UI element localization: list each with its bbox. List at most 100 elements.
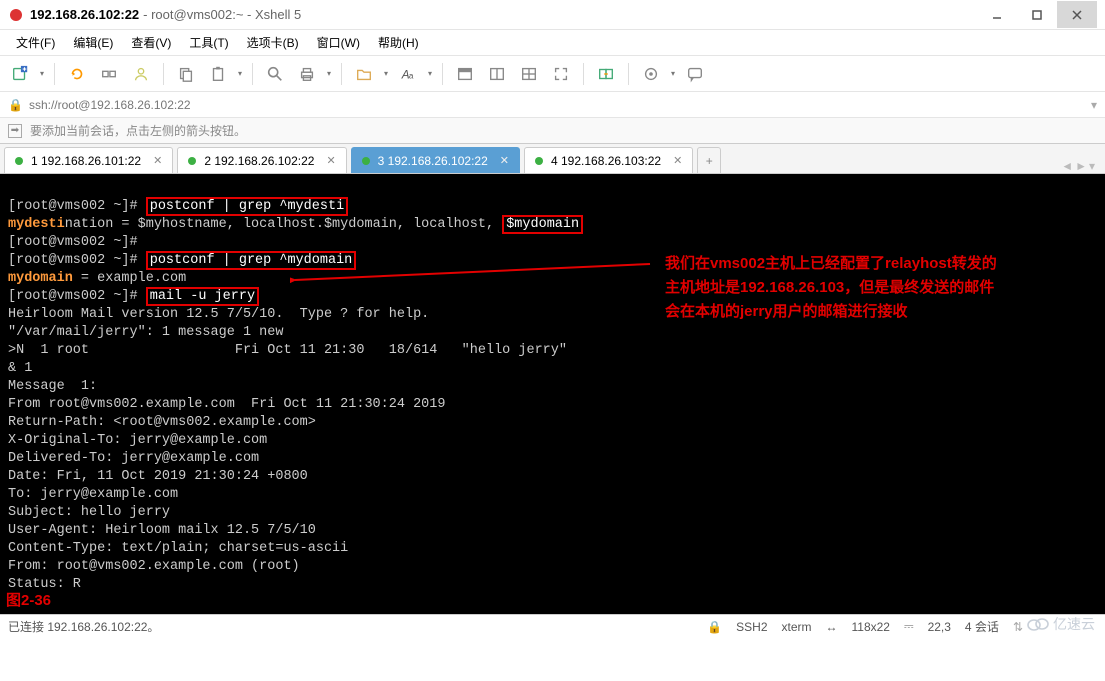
status-updown-icon: ⇅ [1013, 620, 1023, 634]
tip-text: 要添加当前会话，点击左侧的箭头按钮。 [30, 122, 246, 139]
separator [341, 63, 342, 85]
menu-view[interactable]: 查看(V) [123, 32, 179, 53]
status-bar: 已连接 192.168.26.102:22。 🔒 SSH2 xterm ↔ 11… [0, 614, 1105, 638]
tab-session-2[interactable]: 2 192.168.26.102:22 ✕ [177, 147, 346, 173]
terminal[interactable]: [root@vms002 ~]# postconf | grep ^mydest… [0, 174, 1105, 614]
highlight-box: $mydomain [502, 215, 583, 234]
disconnect-icon[interactable] [95, 60, 123, 88]
terminal-line: mydomain = example.com [8, 271, 186, 286]
terminal-body: Heirloom Mail version 12.5 7/5/10. Type … [8, 307, 567, 592]
tab-menu-icon[interactable]: ▾ [1089, 159, 1095, 173]
figure-label: 图2-36 [6, 592, 51, 610]
menu-edit[interactable]: 编辑(E) [65, 32, 121, 53]
status-resize-icon: ↔ [826, 620, 838, 634]
dropdown-icon[interactable]: ▾ [382, 69, 390, 78]
status-dot-icon [188, 157, 196, 165]
status-ssh: SSH2 [736, 620, 767, 634]
layout-h-icon[interactable] [483, 60, 511, 88]
status-dot-icon [15, 157, 23, 165]
annotation-text: 我们在vms002主机上已经配置了relayhost转发的 主机地址是192.1… [665, 252, 997, 324]
copy-icon[interactable] [172, 60, 200, 88]
status-term: xterm [782, 620, 812, 634]
add-tab-button[interactable]: + [697, 147, 721, 173]
toolbar: ▾ ▾ ▾ ▾ Aa ▾ ▾ [0, 56, 1105, 92]
close-icon[interactable]: ✕ [500, 154, 509, 167]
close-button[interactable] [1057, 1, 1097, 28]
close-icon[interactable]: ✕ [673, 154, 682, 167]
window-subtitle: - root@vms002:~ - Xshell 5 [143, 7, 301, 22]
window-title: 192.168.26.102:22 [30, 7, 139, 22]
status-sessions: 4 会话 [965, 618, 999, 635]
dropdown-icon[interactable]: ▾ [426, 69, 434, 78]
tab-label: 2 192.168.26.102:22 [204, 154, 314, 168]
address-url: ssh://root@192.168.26.102:22 [29, 98, 191, 112]
dropdown-icon[interactable]: ▾ [38, 69, 46, 78]
terminal-line: [root@vms002 ~]# postconf | grep ^mydest… [8, 197, 348, 216]
layout-grid-icon[interactable] [515, 60, 543, 88]
lock-icon: 🔒 [8, 98, 23, 112]
highlight-box: postconf | grep ^mydesti [146, 197, 348, 216]
session-tabs: 1 192.168.26.101:22 ✕ 2 192.168.26.102:2… [0, 144, 1105, 174]
separator [628, 63, 629, 85]
terminal-line: [root@vms002 ~]# [8, 235, 138, 250]
tab-nav-right-icon[interactable]: ► [1075, 159, 1087, 173]
separator [54, 63, 55, 85]
status-dot-icon [535, 157, 543, 165]
menu-help[interactable]: 帮助(H) [370, 32, 427, 53]
paste-icon[interactable] [204, 60, 232, 88]
dropdown-icon[interactable]: ▾ [1091, 98, 1097, 112]
separator [442, 63, 443, 85]
status-pos: 22,3 [928, 620, 951, 634]
profile-icon[interactable] [127, 60, 155, 88]
address-bar[interactable]: 🔒 ssh://root@192.168.26.102:22 ▾ [0, 92, 1105, 118]
menu-tools[interactable]: 工具(T) [181, 32, 236, 53]
tab-label: 1 192.168.26.101:22 [31, 154, 141, 168]
menu-bar: 文件(F) 编辑(E) 查看(V) 工具(T) 选项卡(B) 窗口(W) 帮助(… [0, 30, 1105, 56]
maximize-button[interactable] [1017, 1, 1057, 28]
add-session-arrow-icon[interactable]: ➡ [8, 124, 22, 138]
fullscreen-icon[interactable] [547, 60, 575, 88]
terminal-line: [root@vms002 ~]# mail -u jerry [8, 287, 259, 306]
status-size: 118x22 [852, 620, 890, 634]
terminal-line: mydestination = $myhostname, localhost.$… [8, 215, 583, 234]
dropdown-icon[interactable]: ▾ [669, 69, 677, 78]
separator [252, 63, 253, 85]
settings-icon[interactable] [637, 60, 665, 88]
print-icon[interactable] [293, 60, 321, 88]
menu-file[interactable]: 文件(F) [8, 32, 63, 53]
reconnect-icon[interactable] [63, 60, 91, 88]
chat-icon[interactable] [681, 60, 709, 88]
dropdown-icon[interactable]: ▾ [236, 69, 244, 78]
color-scheme-icon[interactable] [451, 60, 479, 88]
new-session-icon[interactable] [6, 60, 34, 88]
svg-text:a: a [409, 71, 414, 80]
watermark: 亿速云 [1027, 614, 1095, 634]
highlight-box: mail -u jerry [146, 287, 259, 306]
status-dot-icon [362, 157, 370, 165]
tab-session-3[interactable]: 3 192.168.26.102:22 ✕ [351, 147, 520, 173]
title-bar: 192.168.26.102:22 - root@vms002:~ - Xshe… [0, 0, 1105, 30]
menu-tabs[interactable]: 选项卡(B) [239, 32, 307, 53]
menu-window[interactable]: 窗口(W) [309, 32, 368, 53]
status-lock-icon: 🔒 [707, 620, 722, 634]
font-icon[interactable]: Aa [394, 60, 422, 88]
minimize-button[interactable] [977, 1, 1017, 28]
search-icon[interactable] [261, 60, 289, 88]
tab-session-4[interactable]: 4 192.168.26.103:22 ✕ [524, 147, 693, 173]
separator [163, 63, 164, 85]
tab-session-1[interactable]: 1 192.168.26.101:22 ✕ [4, 147, 173, 173]
folder-icon[interactable] [350, 60, 378, 88]
status-position-icon: ⎓ [904, 619, 914, 634]
app-icon [8, 7, 24, 23]
separator [583, 63, 584, 85]
tab-label: 3 192.168.26.102:22 [378, 154, 488, 168]
dropdown-icon[interactable]: ▾ [325, 69, 333, 78]
close-icon[interactable]: ✕ [153, 154, 162, 167]
transfer-icon[interactable] [592, 60, 620, 88]
tip-bar: ➡ 要添加当前会话，点击左侧的箭头按钮。 [0, 118, 1105, 144]
tab-nav-left-icon[interactable]: ◄ [1061, 159, 1073, 173]
close-icon[interactable]: ✕ [326, 154, 335, 167]
tab-label: 4 192.168.26.103:22 [551, 154, 661, 168]
annotation-arrow-icon [290, 260, 660, 290]
status-connection: 已连接 192.168.26.102:22。 [8, 618, 159, 635]
